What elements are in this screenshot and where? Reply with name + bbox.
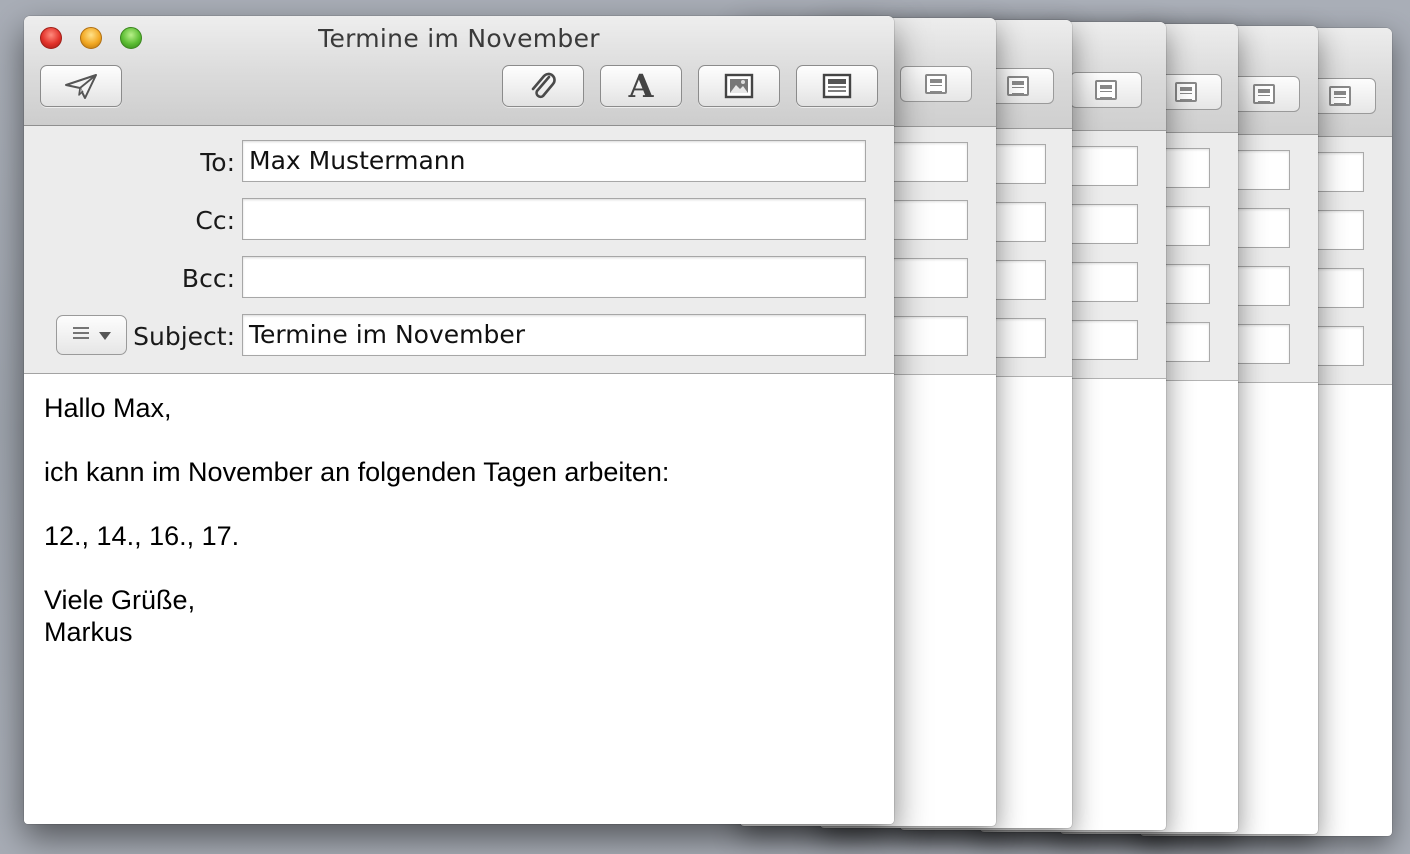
photo-browser-button[interactable]: [698, 65, 780, 107]
attach-button[interactable]: [502, 65, 584, 107]
bcc-field: [890, 258, 968, 298]
fonts-icon: A: [628, 67, 654, 105]
send-icon: [63, 72, 99, 100]
photo-browser-icon: [724, 73, 754, 99]
body-line: [44, 488, 874, 520]
body-line: Hallo Max,: [44, 393, 172, 423]
compose-window: Termine im November A To: Max Mustermann…: [24, 16, 894, 824]
list-menu-icon: [72, 324, 90, 347]
send-button[interactable]: [40, 65, 122, 107]
bcc-field[interactable]: [242, 256, 866, 298]
template-icon: [822, 73, 852, 99]
template-button: [1228, 76, 1300, 112]
subject-label: Subject:: [133, 322, 235, 351]
cc-field: [1068, 204, 1138, 244]
template-icon: [1253, 84, 1275, 104]
chevron-down-icon: [98, 324, 112, 347]
window-title: Termine im November: [318, 24, 600, 53]
body-line: ich kann im November an folgenden Tagen …: [44, 457, 670, 487]
to-label: To:: [200, 148, 235, 177]
body-line: [44, 424, 874, 456]
body-line: Markus: [44, 617, 133, 647]
header-fields-menu-button[interactable]: [56, 315, 127, 355]
to-field: [890, 142, 968, 182]
subject-field: [890, 316, 968, 356]
body-line: Viele Grüße,: [44, 585, 196, 615]
body-line: 12., 14., 16., 17.: [44, 521, 240, 551]
titlebar: Termine im November A: [24, 16, 894, 126]
cc-field: [890, 200, 968, 240]
body-line: [44, 552, 874, 584]
template-icon: [1329, 86, 1351, 106]
message-body[interactable]: Hallo Max, ich kann im November an folge…: [24, 374, 894, 824]
template-icon: [1007, 76, 1029, 96]
cc-field[interactable]: [242, 198, 866, 240]
bcc-field: [1068, 262, 1138, 302]
cc-label: Cc:: [195, 206, 235, 235]
bcc-label: Bcc:: [181, 264, 235, 293]
template-icon: [925, 74, 947, 94]
attachment-icon: [528, 70, 558, 102]
subject-field: [1068, 320, 1138, 360]
to-field: [1068, 146, 1138, 186]
template-button: [1070, 72, 1142, 108]
template-icon: [1095, 80, 1117, 100]
template-button[interactable]: [796, 65, 878, 107]
template-button: [900, 66, 972, 102]
fonts-button[interactable]: A: [600, 65, 682, 107]
template-icon: [1175, 82, 1197, 102]
to-field[interactable]: Max Mustermann: [242, 140, 866, 182]
subject-field[interactable]: Termine im November: [242, 314, 866, 356]
message-header: To: Max Mustermann Cc: Bcc: Subject: Ter…: [24, 126, 894, 374]
